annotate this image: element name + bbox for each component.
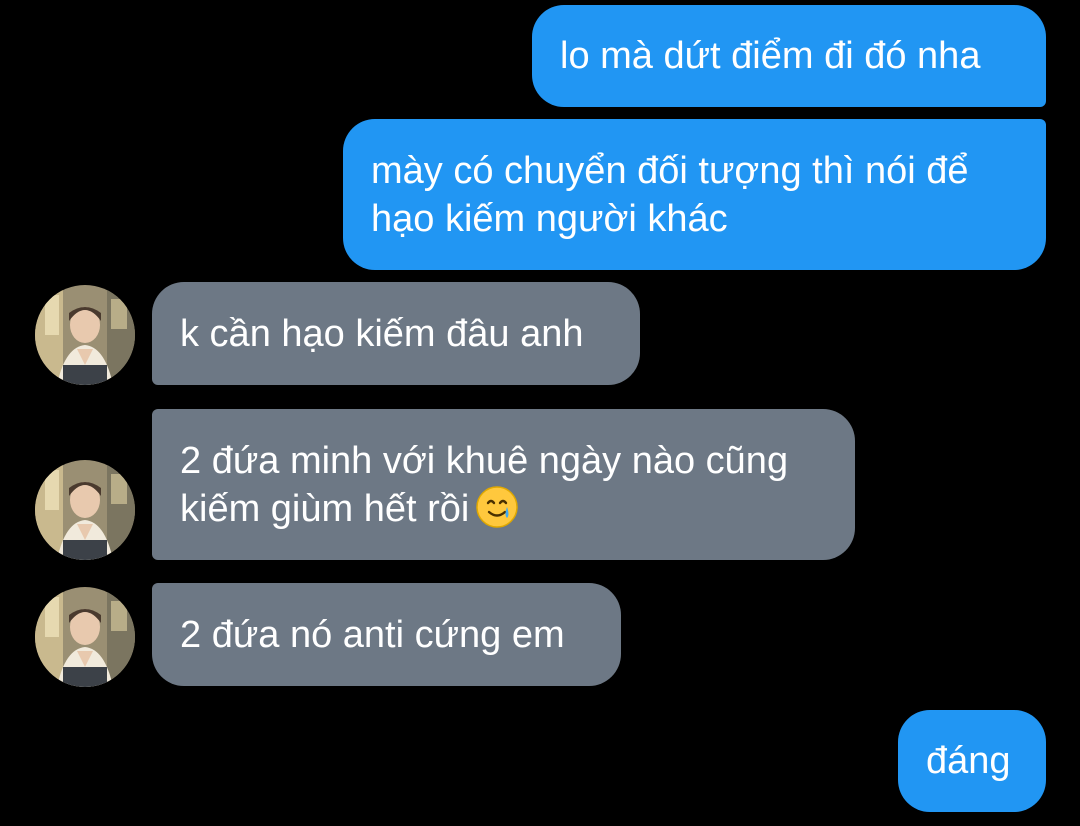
sent-message-bubble[interactable]: đáng xyxy=(898,710,1046,812)
sent-message-bubble[interactable]: lo mà dứt điểm đi đó nha xyxy=(532,5,1046,107)
contact-avatar[interactable] xyxy=(35,285,135,385)
received-message-bubble[interactable]: 2 đứa minh với khuê ngày nào cũng kiếm g… xyxy=(152,409,855,560)
contact-avatar[interactable] xyxy=(35,587,135,687)
contact-avatar[interactable] xyxy=(35,460,135,560)
smiling-face-with-tear-icon xyxy=(475,485,519,529)
message-text: 2 đứa nó anti cứng em xyxy=(180,613,565,656)
message-text: k cần hạo kiếm đâu anh xyxy=(180,312,584,355)
message-text-with-emoji: 2 đứa minh với khuê ngày nào cũng kiếm g… xyxy=(180,437,788,533)
received-message-bubble[interactable]: k cần hạo kiếm đâu anh xyxy=(152,282,640,385)
message-text: mày có chuyển đối tượng thì nói để hạo k… xyxy=(371,149,969,240)
sent-message-bubble[interactable]: mày có chuyển đối tượng thì nói để hạo k… xyxy=(343,119,1046,270)
message-text: đáng xyxy=(926,740,1011,782)
message-text: lo mà dứt điểm đi đó nha xyxy=(560,35,981,77)
received-message-bubble[interactable]: 2 đứa nó anti cứng em xyxy=(152,583,621,686)
